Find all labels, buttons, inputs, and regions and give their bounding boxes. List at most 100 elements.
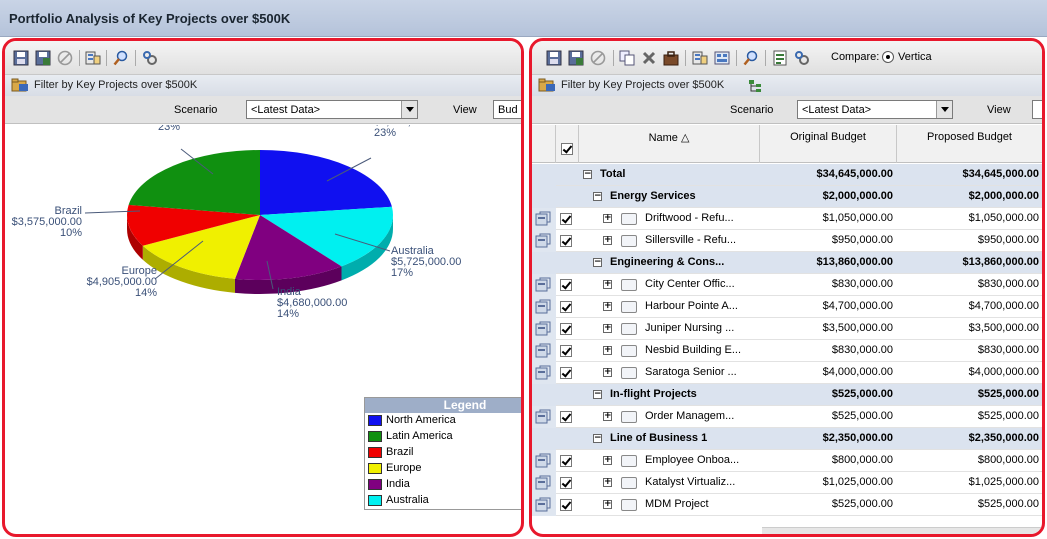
expand-icon[interactable]: + bbox=[603, 236, 612, 245]
table-row[interactable]: + Saratoga Senior ... $4,000,000.00 $4,000,… bbox=[532, 362, 1042, 384]
name-cell[interactable]: Harbour Pointe A... bbox=[645, 296, 760, 318]
cancel-icon[interactable] bbox=[590, 50, 606, 66]
scenario-select[interactable]: <Latest Data> bbox=[797, 100, 953, 119]
hierarchy-icon[interactable] bbox=[748, 79, 762, 93]
filter-icon[interactable] bbox=[11, 78, 29, 92]
table-row[interactable]: + Sillersville - Refu... $950,000.00 $950,0… bbox=[532, 230, 1042, 252]
proposed-budget-cell[interactable]: $830,000.00 bbox=[897, 274, 1042, 296]
proposed-budget-cell[interactable]: $800,000.00 bbox=[897, 450, 1042, 472]
cancel-icon[interactable] bbox=[57, 50, 73, 66]
table-row[interactable]: + Employee Onboa... $800,000.00 $800,000.00 bbox=[532, 450, 1042, 472]
name-cell[interactable]: Sillersville - Refu... bbox=[645, 230, 760, 252]
open-details-icon[interactable] bbox=[534, 277, 552, 293]
group-row[interactable]: − In-flight Projects $525,000.00 $525,000.0… bbox=[532, 384, 1042, 406]
expand-icon[interactable]: + bbox=[603, 478, 612, 487]
expand-icon[interactable]: + bbox=[603, 214, 612, 223]
proposed-budget-cell[interactable]: $34,645,000.00 bbox=[897, 164, 1042, 186]
import-icon[interactable] bbox=[714, 50, 730, 66]
filter-label[interactable]: Filter by Key Projects over $500K bbox=[561, 79, 724, 91]
scenario-select[interactable]: <Latest Data> bbox=[246, 100, 418, 119]
proposed-budget-column-header[interactable]: Proposed Budget bbox=[897, 125, 1042, 163]
proposed-budget-cell[interactable]: $950,000.00 bbox=[897, 230, 1042, 252]
name-cell[interactable]: City Center Offic... bbox=[645, 274, 760, 296]
report-icon[interactable] bbox=[772, 50, 788, 66]
name-cell[interactable]: Katalyst Virtualiz... bbox=[645, 472, 760, 494]
sort-ascending-icon[interactable]: △ bbox=[681, 132, 689, 144]
table-row[interactable]: + Harbour Pointe A... $4,700,000.00 $4,700,… bbox=[532, 296, 1042, 318]
chevron-down-icon[interactable] bbox=[936, 101, 952, 118]
save-as-icon[interactable] bbox=[568, 50, 584, 66]
select-all-checkbox[interactable] bbox=[561, 143, 573, 155]
expand-icon[interactable]: + bbox=[603, 500, 612, 509]
collapse-icon[interactable]: − bbox=[593, 258, 602, 267]
compare-radio[interactable] bbox=[882, 51, 894, 63]
chevron-down-icon[interactable] bbox=[401, 101, 417, 118]
proposed-budget-cell[interactable]: $2,000,000.00 bbox=[897, 186, 1042, 208]
row-checkbox[interactable] bbox=[560, 301, 572, 313]
open-details-icon[interactable] bbox=[534, 233, 552, 249]
total-row[interactable]: − Total $34,645,000.00 $34,645,000.00 bbox=[532, 164, 1042, 186]
settings-icon[interactable] bbox=[142, 50, 158, 66]
expand-icon[interactable]: + bbox=[603, 324, 612, 333]
name-cell[interactable]: MDM Project bbox=[645, 494, 760, 516]
expand-icon[interactable]: + bbox=[603, 456, 612, 465]
row-checkbox[interactable] bbox=[560, 499, 572, 511]
name-cell[interactable]: Juniper Nursing ... bbox=[645, 318, 760, 340]
export-icon[interactable] bbox=[85, 50, 101, 66]
proposed-budget-cell[interactable]: $525,000.00 bbox=[897, 384, 1042, 406]
row-checkbox[interactable] bbox=[560, 367, 572, 379]
proposed-budget-cell[interactable]: $830,000.00 bbox=[897, 340, 1042, 362]
row-checkbox[interactable] bbox=[560, 411, 572, 423]
table-row[interactable]: + MDM Project $525,000.00 $525,000.00 bbox=[532, 494, 1042, 516]
briefcase-icon[interactable] bbox=[663, 50, 679, 66]
row-checkbox[interactable] bbox=[560, 279, 572, 291]
horizontal-scrollbar[interactable] bbox=[762, 527, 1042, 534]
collapse-icon[interactable]: − bbox=[583, 170, 592, 179]
delete-icon[interactable] bbox=[641, 50, 657, 66]
table-row[interactable]: + Driftwood - Refu... $1,050,000.00 $1,050,… bbox=[532, 208, 1042, 230]
name-cell[interactable]: Employee Onboa... bbox=[645, 450, 760, 472]
compare-option-label[interactable]: Vertica bbox=[898, 51, 932, 63]
group-row[interactable]: − Line of Business 1 $2,350,000.00 $2,350,0… bbox=[532, 428, 1042, 450]
open-details-icon[interactable] bbox=[534, 453, 552, 469]
expand-icon[interactable]: + bbox=[603, 302, 612, 311]
proposed-budget-cell[interactable]: $525,000.00 bbox=[897, 494, 1042, 516]
name-cell[interactable]: Driftwood - Refu... bbox=[645, 208, 760, 230]
proposed-budget-cell[interactable]: $4,000,000.00 bbox=[897, 362, 1042, 384]
expand-icon[interactable]: + bbox=[603, 368, 612, 377]
open-details-icon[interactable] bbox=[534, 475, 552, 491]
collapse-icon[interactable]: − bbox=[593, 434, 602, 443]
name-cell[interactable]: Saratoga Senior ... bbox=[645, 362, 760, 384]
expand-icon[interactable]: + bbox=[603, 280, 612, 289]
open-details-icon[interactable] bbox=[534, 299, 552, 315]
original-budget-column-header[interactable]: Original Budget bbox=[760, 125, 897, 163]
proposed-budget-cell[interactable]: $525,000.00 bbox=[897, 406, 1042, 428]
filter-icon[interactable] bbox=[538, 78, 556, 92]
proposed-budget-cell[interactable]: $3,500,000.00 bbox=[897, 318, 1042, 340]
proposed-budget-cell[interactable]: $2,350,000.00 bbox=[897, 428, 1042, 450]
save-as-icon[interactable] bbox=[35, 50, 51, 66]
collapse-icon[interactable]: − bbox=[593, 192, 602, 201]
table-row[interactable]: + Nesbid Building E... $830,000.00 $830,000… bbox=[532, 340, 1042, 362]
expand-icon[interactable]: + bbox=[603, 412, 612, 421]
table-row[interactable]: + Juniper Nursing ... $3,500,000.00 $3,500,… bbox=[532, 318, 1042, 340]
table-row[interactable]: + Order Managem... $525,000.00 $525,000.00 bbox=[532, 406, 1042, 428]
export-icon[interactable] bbox=[692, 50, 708, 66]
name-column-header[interactable]: Name △ bbox=[579, 125, 760, 163]
row-checkbox[interactable] bbox=[560, 345, 572, 357]
row-checkbox[interactable] bbox=[560, 213, 572, 225]
proposed-budget-cell[interactable]: $4,700,000.00 bbox=[897, 296, 1042, 318]
save-icon[interactable] bbox=[546, 50, 562, 66]
row-checkbox[interactable] bbox=[560, 477, 572, 489]
open-details-icon[interactable] bbox=[534, 211, 552, 227]
table-row[interactable]: + City Center Offic... $830,000.00 $830,000… bbox=[532, 274, 1042, 296]
name-cell[interactable]: Order Managem... bbox=[645, 406, 760, 428]
proposed-budget-cell[interactable]: $1,050,000.00 bbox=[897, 208, 1042, 230]
open-details-icon[interactable] bbox=[534, 321, 552, 337]
save-icon[interactable] bbox=[13, 50, 29, 66]
view-select[interactable]: Bud bbox=[493, 100, 521, 119]
name-cell[interactable]: Nesbid Building E... bbox=[645, 340, 760, 362]
filter-label[interactable]: Filter by Key Projects over $500K bbox=[34, 79, 197, 91]
open-details-icon[interactable] bbox=[534, 343, 552, 359]
row-checkbox[interactable] bbox=[560, 455, 572, 467]
